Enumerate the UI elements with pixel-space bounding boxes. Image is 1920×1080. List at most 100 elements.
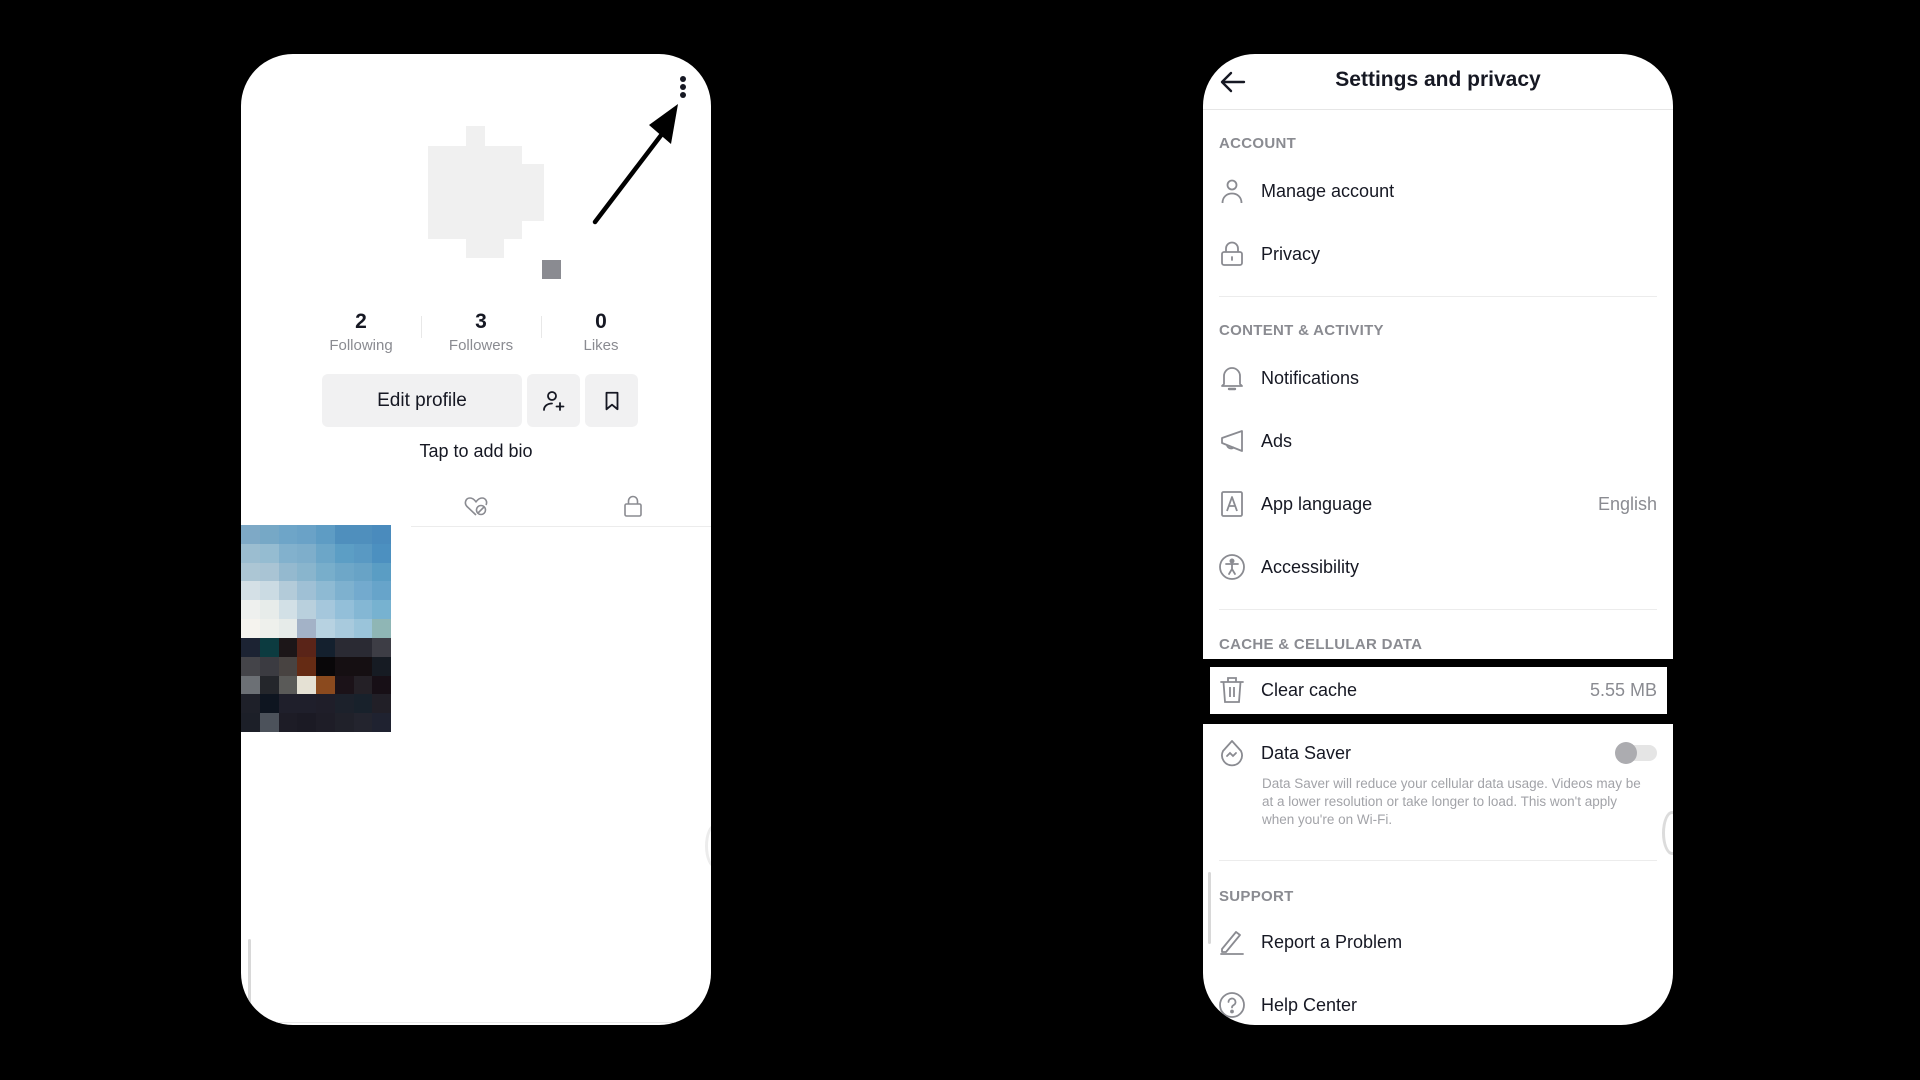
item-label: Notifications (1261, 367, 1360, 388)
thumbnail-pixel (353, 525, 373, 544)
thumbnail-pixel (297, 562, 316, 582)
tab-private[interactable] (554, 484, 711, 528)
tab-liked[interactable] (398, 484, 555, 528)
stat-label: Following (329, 337, 393, 354)
settings-item-notifications[interactable]: Notifications (1203, 353, 1673, 403)
thumbnail-pixel (278, 637, 298, 657)
thumbnail-pixel (297, 713, 316, 732)
thumbnail-pixel (316, 713, 335, 732)
thumbnail-pixel (334, 619, 354, 638)
video-thumbnail[interactable] (241, 525, 391, 732)
thumbnail-pixel (353, 619, 373, 638)
thumbnail-pixel (278, 581, 298, 601)
thumbnail-pixel (259, 525, 279, 544)
accessibility-icon (1217, 552, 1247, 582)
thumbnail-pixel (259, 581, 279, 601)
thumbnail-pixel (334, 543, 354, 563)
bio-placeholder[interactable]: Tap to add bio (241, 441, 711, 462)
settings-item-accessibility[interactable]: Accessibility (1203, 542, 1673, 592)
thumbnail-pixel (353, 713, 373, 732)
thumbnail-pixel (316, 619, 335, 638)
thumbnail-pixel (297, 694, 316, 714)
thumbnail-pixel (297, 675, 316, 695)
thumbnail-pixel (278, 713, 298, 732)
thumbnail-pixel (241, 675, 260, 695)
thumbnail-pixel (259, 656, 279, 676)
section-title-content-activity: CONTENT & ACTIVITY (1219, 322, 1384, 339)
scroll-indicator (248, 939, 251, 1011)
thumbnail-pixel (278, 694, 298, 714)
thumbnail-pixel (297, 637, 316, 657)
item-label: Manage account (1261, 180, 1395, 201)
data-saver-icon (1217, 738, 1247, 768)
profile-screen: 2 Following 3 Followers 0 Likes Edit pro… (241, 54, 711, 1025)
stat-followers[interactable]: 3 Followers (421, 310, 541, 356)
data-saver-toggle[interactable] (1615, 742, 1657, 764)
thumbnail-pixel (316, 562, 335, 582)
thumbnail-pixel (241, 543, 260, 563)
person-icon (1217, 176, 1247, 206)
thumbnail-pixel (334, 562, 354, 582)
thumbnail-pixel (334, 675, 354, 695)
thumbnail-pixel (353, 562, 373, 582)
item-label: Report a Problem (1261, 931, 1403, 952)
avatar[interactable] (428, 126, 544, 258)
thumbnail-pixel (372, 656, 391, 676)
settings-item-app-language[interactable]: App language English (1203, 479, 1673, 529)
thumbnail-pixel (353, 600, 373, 620)
bookmark-icon (605, 391, 618, 410)
thumbnail-pixel (241, 581, 260, 601)
stat-following[interactable]: 2 Following (301, 310, 421, 356)
thumbnail-pixel (259, 543, 279, 563)
ellipsis-dot (680, 92, 686, 98)
edge-handle (1662, 811, 1673, 855)
scroll-indicator (1208, 872, 1211, 944)
bell-icon (1217, 363, 1247, 393)
thumbnail-pixel (334, 694, 354, 714)
toggle-knob (1615, 742, 1637, 764)
stat-label: Likes (583, 337, 619, 354)
section-title-support: SUPPORT (1219, 888, 1294, 905)
settings-item-privacy[interactable]: Privacy (1203, 229, 1673, 279)
settings-item-manage-account[interactable]: Manage account (1203, 166, 1673, 216)
stat-value: 0 (595, 310, 607, 333)
settings-item-report-problem[interactable]: Report a Problem (1203, 917, 1673, 967)
item-label: Clear cache (1261, 679, 1358, 700)
more-menu-button[interactable] (675, 74, 691, 100)
edit-profile-button[interactable]: Edit profile (322, 374, 522, 427)
thumbnail-pixel (334, 637, 354, 657)
settings-item-ads[interactable]: Ads (1203, 416, 1673, 466)
edge-handle (705, 824, 711, 868)
thumbnail-pixel (278, 675, 298, 695)
settings-item-data-saver[interactable]: Data Saver (1203, 728, 1673, 778)
pencil-icon (1217, 927, 1247, 957)
add-friend-button[interactable] (527, 374, 580, 427)
profile-actions: Edit profile (322, 374, 638, 427)
item-label: Ads (1261, 430, 1293, 451)
section-divider (1219, 609, 1657, 610)
tab-videos[interactable] (241, 484, 398, 528)
thumbnail-pixel (372, 581, 391, 601)
item-value: English (1597, 493, 1657, 514)
thumbnail-pixel (372, 543, 391, 563)
megaphone-icon (1217, 426, 1247, 456)
thumbnail-pixel (372, 637, 391, 657)
thumbnail-pixel (334, 525, 354, 544)
thumbnail-pixel (334, 581, 354, 601)
settings-item-clear-cache[interactable]: Clear cache 5.55 MB (1203, 665, 1673, 715)
favorites-button[interactable] (585, 374, 638, 427)
item-label: Accessibility (1261, 556, 1360, 577)
trash-icon (1217, 675, 1247, 705)
data-saver-description: Data Saver will reduce your cellular dat… (1262, 776, 1641, 827)
thumbnail-pixel (372, 675, 391, 695)
thumbnail-pixel (316, 656, 335, 676)
bottom-nav-divider (241, 1022, 711, 1023)
thumbnail-pixel (316, 543, 335, 563)
thumbnail-pixel (353, 675, 373, 695)
section-divider (1219, 296, 1657, 297)
thumbnail-pixel (259, 713, 279, 732)
settings-item-help-center[interactable]: Help Center (1203, 980, 1673, 1025)
thumbnail-pixel (241, 562, 260, 582)
stat-likes[interactable]: 0 Likes (541, 310, 661, 356)
avatar-badge (542, 260, 561, 279)
